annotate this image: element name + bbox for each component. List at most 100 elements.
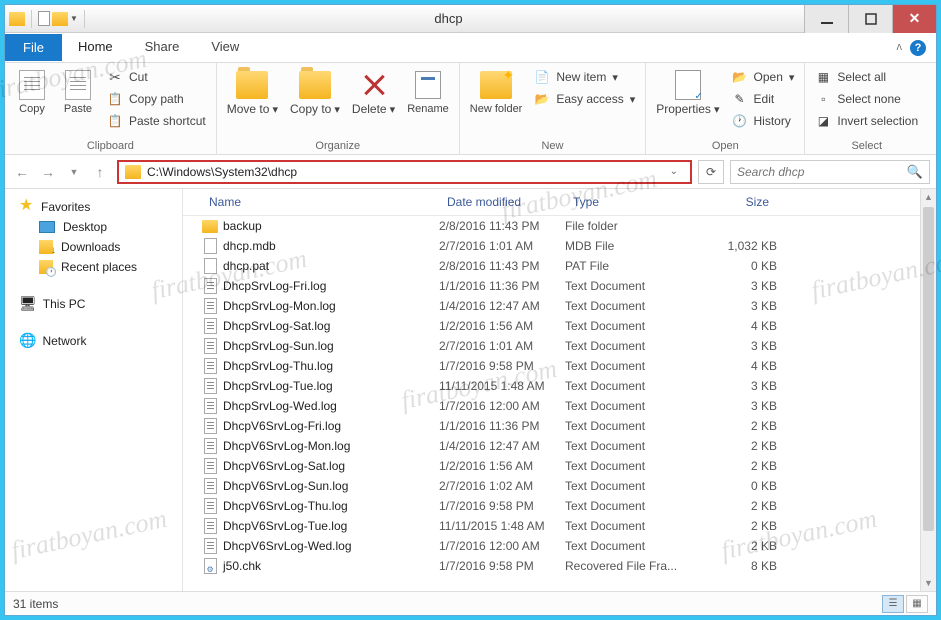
file-row[interactable]: DhcpV6SrvLog-Wed.log1/7/2016 12:00 AMTex…: [183, 536, 920, 556]
copy-to-button[interactable]: Copy to ▾: [286, 67, 344, 118]
ribbon-minimize-icon[interactable]: ᐱ: [897, 43, 902, 52]
help-icon[interactable]: ?: [910, 40, 926, 56]
file-row[interactable]: dhcp.pat2/8/2016 11:43 PMPAT File0 KB: [183, 256, 920, 276]
file-type: Text Document: [565, 439, 697, 453]
file-name: j50.chk: [223, 559, 439, 573]
share-tab[interactable]: Share: [129, 33, 196, 62]
scroll-up-icon[interactable]: ▲: [921, 189, 936, 205]
qat-newfolder-icon[interactable]: [52, 12, 68, 26]
file-row[interactable]: DhcpV6SrvLog-Fri.log1/1/2016 11:36 PMTex…: [183, 416, 920, 436]
file-row[interactable]: DhcpV6SrvLog-Sun.log2/7/2016 1:02 AMText…: [183, 476, 920, 496]
sidebar-favorites[interactable]: ★Favorites: [5, 197, 182, 217]
file-size: 4 KB: [697, 319, 777, 333]
qat-properties-icon[interactable]: [38, 11, 50, 26]
file-list: backup2/8/2016 11:43 PMFile folderdhcp.m…: [183, 216, 920, 591]
home-tab[interactable]: Home: [62, 33, 129, 62]
file-row[interactable]: DhcpSrvLog-Sat.log1/2/2016 1:56 AMText D…: [183, 316, 920, 336]
file-size: 2 KB: [697, 519, 777, 533]
file-row[interactable]: DhcpSrvLog-Mon.log1/4/2016 12:47 AMText …: [183, 296, 920, 316]
select-all-icon: ▦: [815, 69, 831, 85]
file-name: dhcp.mdb: [223, 239, 439, 253]
new-folder-button[interactable]: New folder: [466, 67, 527, 117]
view-tab[interactable]: View: [195, 33, 255, 62]
minimize-button[interactable]: [804, 5, 848, 33]
file-row[interactable]: DhcpSrvLog-Sun.log2/7/2016 1:01 AMText D…: [183, 336, 920, 356]
address-bar[interactable]: ⌄: [117, 160, 692, 184]
file-name: DhcpSrvLog-Tue.log: [223, 379, 439, 393]
sidebar-network[interactable]: Network: [5, 330, 182, 351]
sidebar-downloads[interactable]: Downloads: [5, 237, 182, 257]
delete-button[interactable]: Delete ▾: [348, 67, 399, 118]
file-name: DhcpV6SrvLog-Sun.log: [223, 479, 439, 493]
file-row[interactable]: DhcpV6SrvLog-Thu.log1/7/2016 9:58 PMText…: [183, 496, 920, 516]
file-type: Recovered File Fra...: [565, 559, 697, 573]
select-all-button[interactable]: ▦Select all: [811, 67, 922, 87]
forward-button[interactable]: →: [37, 161, 59, 183]
file-type-icon: [201, 418, 219, 434]
qat-customize-icon[interactable]: ▼: [70, 14, 78, 23]
search-bar[interactable]: 🔍: [730, 160, 930, 184]
refresh-button[interactable]: ⟳: [698, 160, 724, 184]
new-item-button[interactable]: 📄New item ▾: [530, 67, 639, 87]
recent-locations-button[interactable]: ▼: [63, 161, 85, 183]
file-row[interactable]: dhcp.mdb2/7/2016 1:01 AMMDB File1,032 KB: [183, 236, 920, 256]
file-row[interactable]: j50.chk1/7/2016 9:58 PMRecovered File Fr…: [183, 556, 920, 576]
move-to-button[interactable]: Move to ▾: [223, 67, 282, 118]
invert-selection-button[interactable]: ◪Invert selection: [811, 111, 922, 131]
file-row[interactable]: DhcpSrvLog-Thu.log1/7/2016 9:58 PMText D…: [183, 356, 920, 376]
file-row[interactable]: DhcpV6SrvLog-Mon.log1/4/2016 12:47 AMTex…: [183, 436, 920, 456]
scroll-down-icon[interactable]: ▼: [921, 575, 936, 591]
file-type: PAT File: [565, 259, 697, 273]
rename-button[interactable]: Rename: [403, 67, 453, 117]
history-button[interactable]: 🕐History: [728, 111, 799, 131]
details-view-button[interactable]: ☰: [882, 595, 904, 613]
address-dropdown-icon[interactable]: ⌄: [664, 166, 684, 177]
file-row[interactable]: DhcpSrvLog-Tue.log11/11/2015 1:48 AMText…: [183, 376, 920, 396]
file-date: 1/7/2016 12:00 AM: [439, 399, 565, 413]
desktop-icon: [39, 221, 55, 233]
column-date[interactable]: Date modified: [439, 195, 565, 209]
sidebar-recent[interactable]: Recent places: [5, 257, 182, 277]
file-row[interactable]: DhcpV6SrvLog-Sat.log1/2/2016 1:56 AMText…: [183, 456, 920, 476]
search-input[interactable]: [737, 165, 907, 179]
column-name[interactable]: Name: [201, 195, 439, 209]
copy-button[interactable]: Copy: [11, 67, 53, 117]
column-size[interactable]: Size: [697, 195, 777, 209]
file-row[interactable]: DhcpV6SrvLog-Tue.log11/11/2015 1:48 AMTe…: [183, 516, 920, 536]
maximize-button[interactable]: [848, 5, 892, 33]
cut-button[interactable]: Cut: [103, 67, 210, 87]
open-icon: 📂: [732, 69, 748, 85]
file-date: 11/11/2015 1:48 AM: [439, 379, 565, 393]
file-date: 1/7/2016 12:00 AM: [439, 539, 565, 553]
sidebar-this-pc[interactable]: This PC: [5, 293, 182, 314]
address-input[interactable]: [147, 165, 658, 179]
file-size: 2 KB: [697, 539, 777, 553]
sidebar-desktop[interactable]: Desktop: [5, 217, 182, 237]
scroll-thumb[interactable]: [923, 207, 934, 531]
file-row[interactable]: backup2/8/2016 11:43 PMFile folder: [183, 216, 920, 236]
file-date: 2/8/2016 11:43 PM: [439, 219, 565, 233]
file-type: Text Document: [565, 359, 697, 373]
column-type[interactable]: Type: [565, 195, 697, 209]
paste-button[interactable]: Paste: [57, 67, 99, 117]
edit-button[interactable]: ✎Edit: [728, 89, 799, 109]
copy-path-button[interactable]: 📋Copy path: [103, 89, 210, 109]
file-tab[interactable]: File: [5, 34, 62, 61]
file-row[interactable]: DhcpSrvLog-Wed.log1/7/2016 12:00 AMText …: [183, 396, 920, 416]
properties-button[interactable]: Properties ▾: [652, 67, 723, 118]
file-size: 1,032 KB: [697, 239, 777, 253]
open-button[interactable]: 📂Open ▾: [728, 67, 799, 87]
select-none-button[interactable]: ▫Select none: [811, 89, 922, 109]
up-button[interactable]: ↑: [89, 161, 111, 183]
back-button[interactable]: ←: [11, 161, 33, 183]
close-button[interactable]: ✕: [892, 5, 936, 33]
file-date: 1/2/2016 1:56 AM: [439, 319, 565, 333]
file-date: 1/4/2016 12:47 AM: [439, 439, 565, 453]
titlebar[interactable]: ▼ dhcp ✕: [5, 5, 936, 33]
thumbnails-view-button[interactable]: ▦: [906, 595, 928, 613]
easy-access-button[interactable]: 📂Easy access ▾: [530, 89, 639, 109]
vertical-scrollbar[interactable]: ▲ ▼: [920, 189, 936, 591]
paste-shortcut-button[interactable]: 📋Paste shortcut: [103, 111, 210, 131]
file-name: DhcpV6SrvLog-Thu.log: [223, 499, 439, 513]
file-row[interactable]: DhcpSrvLog-Fri.log1/1/2016 11:36 PMText …: [183, 276, 920, 296]
